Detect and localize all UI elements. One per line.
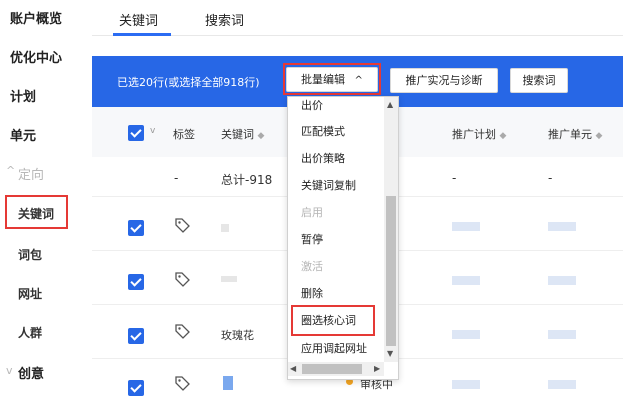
- row-checkbox[interactable]: [128, 274, 144, 290]
- sort-icon[interactable]: ◆: [596, 131, 603, 141]
- column-header-keyword-label: 关键词: [221, 128, 254, 141]
- column-header-unit-label: 推广单元: [548, 128, 592, 141]
- menu-item-copy-keywords[interactable]: 关键词复制: [301, 177, 356, 193]
- select-all-checkbox[interactable]: [128, 125, 144, 141]
- chevron-down-icon: v: [6, 364, 13, 377]
- highlight-box-core-words: [291, 305, 375, 336]
- sidebar-item-creative[interactable]: 创意: [18, 363, 44, 382]
- menu-item-bid-strategy[interactable]: 出价策略: [301, 150, 345, 166]
- sidebar-item-targeting[interactable]: 定向: [18, 164, 44, 183]
- total-row-tag-dash: -: [174, 171, 179, 185]
- diagnose-button[interactable]: 推广实况与诊断: [390, 68, 498, 93]
- total-row-keyword: 总计-918: [221, 173, 273, 187]
- plan-cell: [452, 330, 480, 339]
- search-terms-button[interactable]: 搜索词: [510, 68, 568, 93]
- keyword-cell: 玫瑰花: [221, 329, 254, 342]
- menu-item-bid[interactable]: 出价: [301, 97, 323, 113]
- sort-icon[interactable]: ◆: [500, 131, 507, 141]
- tabs-divider: [92, 35, 623, 36]
- sidebar-item-unit[interactable]: 单元: [10, 125, 36, 144]
- highlight-box-batch-edit: [283, 63, 381, 95]
- chevron-down-icon[interactable]: v: [150, 126, 155, 136]
- column-header-plan[interactable]: 推广计划 ◆: [452, 126, 506, 142]
- tab-search-terms[interactable]: 搜索词: [205, 10, 244, 29]
- tag-icon[interactable]: [173, 270, 191, 288]
- row-checkbox[interactable]: [128, 220, 144, 236]
- active-tab-indicator: [113, 33, 171, 36]
- column-header-tag: 标签: [173, 128, 195, 141]
- scroll-left-arrow-icon[interactable]: ◀: [290, 364, 296, 373]
- sidebar-item-word-package[interactable]: 词包: [18, 246, 42, 263]
- unit-cell: [548, 330, 576, 339]
- chevron-up-icon: ^: [6, 164, 16, 177]
- scroll-right-arrow-icon[interactable]: ▶: [374, 364, 380, 373]
- menu-item-match-mode[interactable]: 匹配模式: [301, 123, 345, 139]
- scroll-down-arrow-icon[interactable]: ▼: [387, 349, 393, 358]
- total-row-unit-dash: -: [548, 171, 553, 185]
- sidebar-item-audience[interactable]: 人群: [18, 324, 42, 341]
- menu-item-activate: 激活: [301, 260, 323, 273]
- tag-icon[interactable]: [173, 322, 191, 340]
- unit-cell: [548, 276, 576, 285]
- plan-cell: [452, 276, 480, 285]
- sidebar-item-plan[interactable]: 计划: [10, 86, 36, 105]
- tag-icon[interactable]: [173, 216, 191, 234]
- plan-cell: [452, 222, 480, 231]
- total-row-plan-dash: -: [452, 171, 457, 185]
- unit-cell: [548, 380, 576, 389]
- sidebar-item-url[interactable]: 网址: [18, 285, 42, 302]
- keyword-cell: [223, 376, 233, 390]
- sidebar-item-account-overview[interactable]: 账户概览: [10, 8, 62, 27]
- menu-item-enable: 启用: [301, 206, 323, 219]
- unit-cell: [548, 222, 576, 231]
- scroll-up-arrow-icon[interactable]: ▲: [387, 100, 393, 109]
- tab-keywords[interactable]: 关键词: [119, 10, 158, 29]
- column-header-unit[interactable]: 推广单元 ◆: [548, 126, 602, 142]
- selection-count-text: 已选20行(或选择全部918行): [117, 76, 260, 89]
- highlight-box-keywords: [5, 195, 68, 229]
- row-checkbox[interactable]: [128, 380, 144, 396]
- sidebar-item-optimization-center[interactable]: 优化中心: [10, 47, 62, 66]
- keyword-cell: [221, 224, 229, 232]
- menu-item-delete[interactable]: 删除: [301, 285, 323, 301]
- column-header-plan-label: 推广计划: [452, 128, 496, 141]
- tag-icon[interactable]: [173, 374, 191, 392]
- keyword-cell: [221, 276, 237, 282]
- column-header-keyword[interactable]: 关键词 ◆: [221, 126, 264, 142]
- dropdown-vertical-scroll-thumb[interactable]: [386, 196, 396, 346]
- sort-icon[interactable]: ◆: [258, 131, 265, 141]
- dropdown-horizontal-scroll-thumb[interactable]: [302, 364, 362, 374]
- row-checkbox[interactable]: [128, 328, 144, 344]
- sidebar: 账户概览 优化中心 计划 单元 ^ 定向 关键词 词包 网址 人群 v 创意: [0, 0, 92, 405]
- plan-cell: [452, 380, 480, 389]
- menu-item-apply-url[interactable]: 应用调起网址: [301, 340, 367, 356]
- menu-item-pause[interactable]: 暂停: [301, 231, 323, 247]
